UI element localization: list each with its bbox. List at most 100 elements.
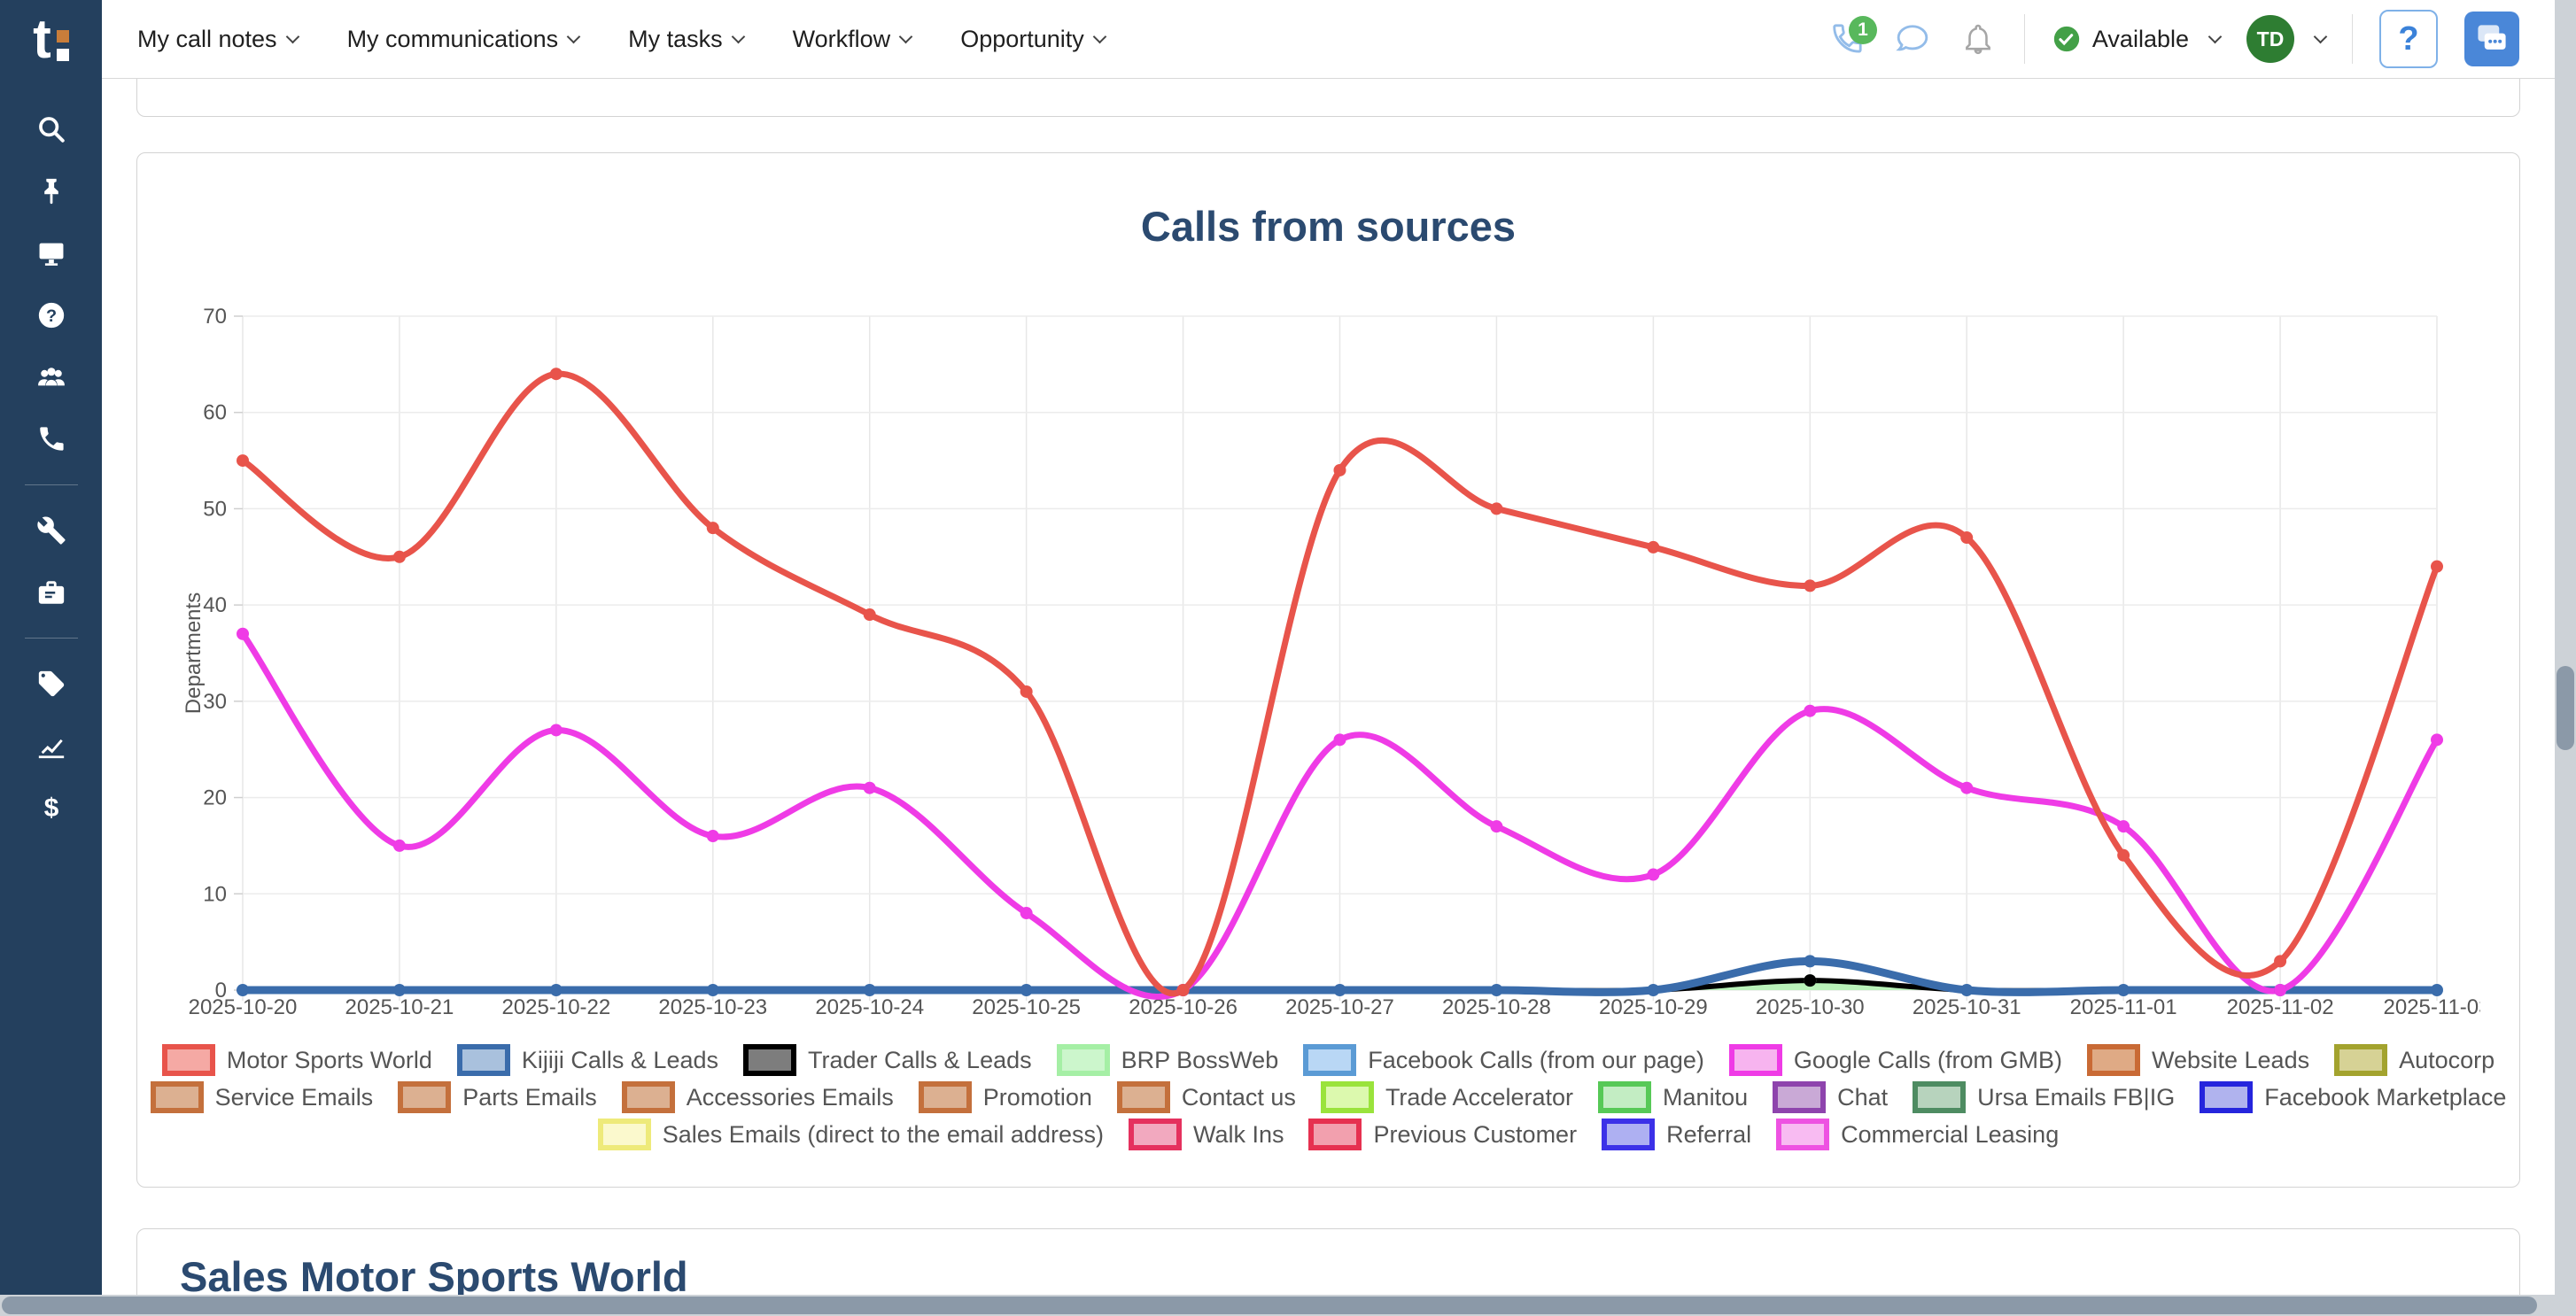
legend-item[interactable]: Kijiji Calls & Leads [457, 1044, 718, 1076]
data-point [2431, 561, 2443, 573]
nav-opportunity[interactable]: Opportunity [960, 26, 1105, 53]
legend-item[interactable]: Trade Accelerator [1321, 1081, 1573, 1113]
vertical-scrollbar-track[interactable] [2555, 0, 2576, 1295]
nav-workflow[interactable]: Workflow [793, 26, 912, 53]
help-button[interactable]: ? [2379, 10, 2438, 68]
legend-swatch [457, 1044, 510, 1076]
legend-label: Chat [1837, 1084, 1888, 1111]
legend-swatch [743, 1044, 796, 1076]
legend-swatch [2087, 1044, 2140, 1076]
legend-item[interactable]: Accessories Emails [622, 1081, 894, 1113]
user-menu[interactable]: TD [2246, 15, 2325, 63]
legend-item[interactable]: Motor Sports World [162, 1044, 432, 1076]
data-point [2117, 984, 2130, 996]
legend-item[interactable]: Ursa Emails FB|IG [1913, 1081, 2175, 1113]
legend-label: Walk Ins [1193, 1121, 1284, 1149]
sidebar-item-inventory[interactable] [32, 573, 71, 612]
legend-swatch [1598, 1081, 1651, 1113]
sidebar-item-reports[interactable] [32, 726, 71, 765]
nav-my-tasks[interactable]: My tasks [628, 26, 743, 53]
legend-item[interactable]: Facebook Marketplace [2200, 1081, 2506, 1113]
legend-item[interactable]: BRP BossWeb [1057, 1044, 1279, 1076]
sidebar-item-contacts[interactable] [32, 358, 71, 397]
wrench-icon [36, 515, 66, 546]
sidebar-item-help[interactable]: ? [32, 296, 71, 335]
data-point [707, 984, 719, 996]
legend-label: Ursa Emails FB|IG [1977, 1084, 2175, 1111]
sidebar-item-billing[interactable]: $ [32, 788, 71, 827]
legend-item[interactable]: Chat [1773, 1081, 1888, 1113]
legend-label: Motor Sports World [227, 1047, 432, 1074]
sidebar-item-tools[interactable] [32, 511, 71, 550]
data-point [393, 984, 406, 996]
nav-my-communications[interactable]: My communications [347, 26, 579, 53]
legend-item[interactable]: Service Emails [151, 1081, 374, 1113]
legend-item[interactable]: Facebook Calls (from our page) [1303, 1044, 1704, 1076]
legend-item[interactable]: Previous Customer [1308, 1119, 1577, 1150]
data-point [1804, 579, 1816, 592]
horizontal-scrollbar-track[interactable] [0, 1295, 2576, 1316]
legend-item[interactable]: Google Calls (from GMB) [1729, 1044, 2062, 1076]
x-tick-label: 2025-10-30 [1756, 995, 1865, 1019]
nav-label: Opportunity [960, 26, 1084, 53]
data-point [393, 551, 406, 563]
messages-button[interactable] [1893, 19, 1932, 58]
sidebar-item-tags[interactable] [32, 664, 71, 703]
tag-icon [36, 669, 66, 699]
legend-swatch [151, 1081, 204, 1113]
legend-item[interactable]: Parts Emails [398, 1081, 597, 1113]
sidebar-item-search[interactable] [32, 110, 71, 149]
legend-label: Referral [1666, 1121, 1751, 1149]
data-point [237, 984, 249, 996]
nav-my-call-notes[interactable]: My call notes [137, 26, 298, 53]
vertical-scrollbar-thumb[interactable] [2557, 666, 2574, 750]
sidebar-item-screen[interactable] [32, 234, 71, 273]
app-logo[interactable]: t [0, 0, 102, 79]
sidebar-item-pinned[interactable] [32, 172, 71, 211]
sidebar-item-calls[interactable] [32, 420, 71, 459]
legend-item[interactable]: Manitou [1598, 1081, 1748, 1113]
x-tick-label: 2025-10-21 [345, 995, 454, 1019]
chevron-down-icon [1092, 29, 1106, 43]
legend-swatch [1776, 1119, 1829, 1150]
legend-swatch [919, 1081, 972, 1113]
legend-swatch [622, 1081, 675, 1113]
legend-item[interactable]: Commercial Leasing [1776, 1119, 2059, 1150]
data-point [1020, 685, 1033, 698]
legend-item[interactable]: Website Leads [2087, 1044, 2309, 1076]
data-point [2117, 849, 2130, 862]
data-point [1960, 782, 1973, 794]
legend-item[interactable]: Promotion [919, 1081, 1092, 1113]
x-tick-label: 2025-10-27 [1285, 995, 1394, 1019]
y-tick-label: 50 [203, 497, 227, 521]
legend-item[interactable]: Trader Calls & Leads [743, 1044, 1032, 1076]
notifications-button[interactable] [1959, 19, 1998, 58]
x-tick-label: 2025-10-22 [501, 995, 610, 1019]
legend-item[interactable]: Referral [1602, 1119, 1751, 1150]
data-point [1490, 820, 1502, 832]
topbar-divider [2352, 14, 2353, 64]
x-tick-label: 2025-10-29 [1599, 995, 1708, 1019]
data-point [1960, 984, 1973, 996]
monitor-icon [36, 238, 66, 268]
calls-line-chart: 0102030405060702025-10-202025-10-212025-… [159, 292, 2480, 1027]
call-count-badge: 1 [1849, 16, 1877, 44]
horizontal-scrollbar-thumb[interactable] [2, 1297, 2537, 1314]
legend-item[interactable]: Contact us [1117, 1081, 1296, 1113]
data-point [2117, 820, 2130, 832]
calls-button[interactable]: 1 [1827, 19, 1866, 58]
legend-label: Facebook Calls (from our page) [1368, 1047, 1704, 1074]
legend-item[interactable]: Walk Ins [1129, 1119, 1284, 1150]
availability-selector[interactable]: Available [2052, 24, 2220, 54]
section-title: Sales Motor Sports World [180, 1252, 2519, 1301]
legend-item[interactable]: Autocorp [2334, 1044, 2495, 1076]
y-tick-label: 20 [203, 786, 227, 810]
data-point [1020, 907, 1033, 919]
x-tick-label: 2025-10-31 [1913, 995, 2021, 1019]
data-point [237, 628, 249, 640]
live-chat-button[interactable] [2464, 12, 2519, 66]
legend-label: Trade Accelerator [1385, 1084, 1573, 1111]
logo-letter: t [33, 12, 51, 67]
legend-item[interactable]: Sales Emails (direct to the email addres… [598, 1119, 1104, 1150]
x-tick-label: 2025-10-20 [189, 995, 298, 1019]
